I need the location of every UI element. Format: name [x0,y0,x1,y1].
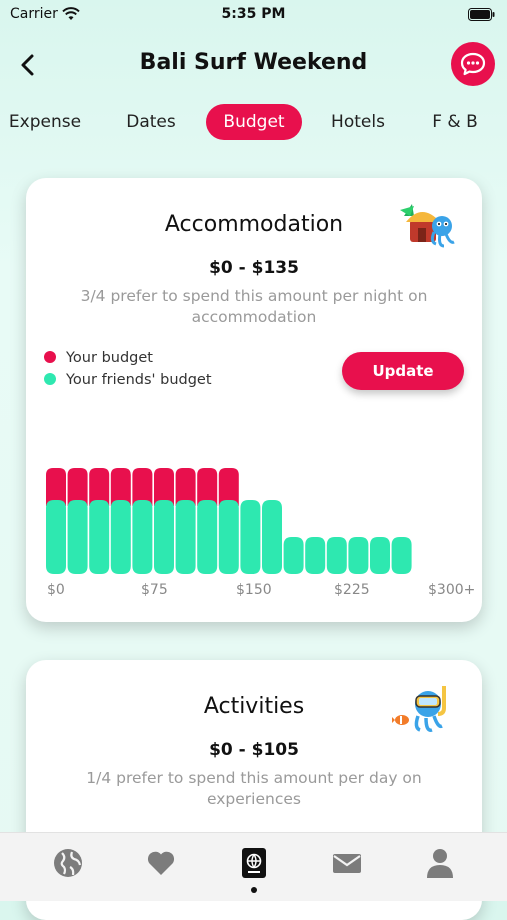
snorkel-octopus-illustration [391,678,460,734]
friends-budget-bar [391,537,412,574]
status-bar: Carrier 5:35 PM [0,0,507,30]
friends-budget-bar [283,537,304,574]
friends-budget-bar [326,537,347,574]
friends-budget-bar [262,500,282,574]
globe-icon[interactable] [52,847,84,879]
friends-budget-bar [305,537,326,574]
tab-dates[interactable]: Dates [118,104,184,140]
chat-button[interactable] [451,42,495,86]
friends-budget-bar [218,500,239,574]
tab-expense[interactable]: Expense [6,104,84,140]
x-tick-label: $225 [334,582,370,598]
budget-histogram: $0 $75 $150 $225 $300+ [46,468,475,598]
budget-range: $0 - $105 [209,740,299,760]
heart-icon[interactable] [145,847,177,879]
tab-budget[interactable]: Budget [206,104,302,140]
mail-icon[interactable] [331,847,363,879]
page-title: Bali Surf Weekend [139,50,368,75]
friends-budget-bar [370,537,390,574]
friends-budget-bar [197,500,218,574]
battery-icon [468,8,495,25]
friends-budget-bar [89,500,110,574]
friends-budget-bar [46,500,66,574]
friends-budget-bar [175,500,196,574]
x-tick-label: $75 [141,582,168,598]
friends-budget-bar [110,500,131,574]
x-tick-label: $0 [47,582,65,598]
clock-time: 5:35 PM [221,6,286,22]
passport-icon[interactable] [238,847,270,879]
segment-tabs: Expense Dates Budget Hotels F & B [0,104,507,140]
friends-budget-bar [240,500,261,574]
friends-budget-bar [154,500,174,574]
person-icon[interactable] [424,847,456,879]
x-tick-label: $300+ [428,582,475,598]
friends-budget-bar [348,537,369,574]
tab-hotels[interactable]: Hotels [326,104,390,140]
bottom-tab-bar [0,832,507,901]
friends-budget-bar [132,500,153,574]
budget-description: 1/4 prefer to spend this amount per day … [86,769,422,808]
active-tab-indicator [251,887,257,893]
x-tick-label: $150 [236,582,272,598]
chat-bubble-icon [460,52,486,76]
accommodation-card: Accommodation $0 - $135 3/4 prefer to sp… [26,178,482,622]
friends-budget-bar [67,500,88,574]
tab-food-beverage[interactable]: F & B [424,104,486,140]
